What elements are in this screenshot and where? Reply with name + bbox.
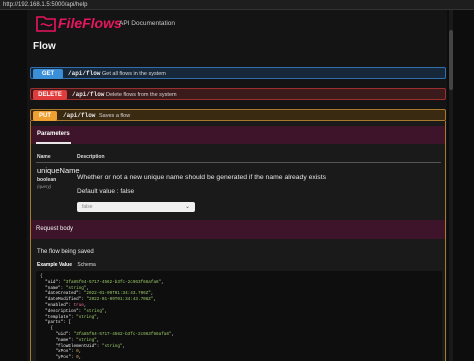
operation-description: Get all flows in the system bbox=[102, 71, 166, 77]
column-header-name: Name bbox=[37, 154, 51, 160]
scrollbar-thumb[interactable] bbox=[449, 30, 453, 90]
method-badge-delete: DELETE bbox=[33, 90, 67, 100]
example-tabs: Example Value Schema bbox=[37, 262, 100, 268]
brand-name: FileFlows bbox=[58, 15, 122, 31]
parameter-location: (query) bbox=[37, 184, 52, 189]
parameter-default: Default value : false bbox=[77, 188, 135, 195]
chevron-down-icon: ⌄ bbox=[184, 204, 190, 210]
parameter-type: boolean bbox=[37, 177, 57, 183]
tab-parameters[interactable]: Parameters bbox=[36, 126, 71, 144]
parameter-name: uniqueName bbox=[37, 166, 80, 175]
operation-put-flow[interactable]: PUT /api/flow Saves a flow bbox=[30, 109, 446, 121]
tab-example-value[interactable]: Example Value bbox=[37, 262, 72, 268]
parameters-header: Parameters bbox=[31, 126, 445, 144]
request-body-header: Request body bbox=[31, 220, 445, 239]
parameter-description: Whether or not a new unique name should … bbox=[77, 174, 326, 181]
page-header: FileFlows API Documentation bbox=[27, 10, 447, 36]
unique-name-select[interactable]: false ⌄ bbox=[77, 202, 195, 212]
operation-put-body: Parameters Name Description uniqueName b… bbox=[30, 121, 446, 361]
request-body-description: The flow being saved bbox=[37, 249, 94, 255]
tab-schema[interactable]: Schema bbox=[77, 262, 95, 268]
page-subtitle: API Documentation bbox=[119, 20, 176, 27]
browser-address-bar[interactable]: http://192.168.1.5:5000/api/help bbox=[0, 0, 474, 10]
fileflows-logo-icon bbox=[36, 16, 56, 32]
request-body-title: Request body bbox=[36, 226, 74, 232]
swagger-page: FileFlows API Documentation Flow GET /ap… bbox=[27, 10, 447, 361]
method-badge-put: PUT bbox=[33, 111, 57, 121]
operation-path: /api/flow bbox=[68, 70, 101, 77]
divider bbox=[36, 162, 441, 163]
operation-description: Delete flows from the system bbox=[106, 92, 177, 98]
page-scrollbar[interactable] bbox=[449, 10, 453, 361]
example-json-text: { "uid": "3fa85f64-5717-4562-b3fc-2c963f… bbox=[40, 274, 175, 361]
method-badge-get: GET bbox=[33, 69, 63, 79]
operation-path: /api/flow bbox=[72, 91, 105, 98]
operation-delete-flow[interactable]: DELETE /api/flow Delete flows from the s… bbox=[30, 88, 446, 100]
column-header-description: Description bbox=[77, 154, 105, 160]
operation-get-flow[interactable]: GET /api/flow Get all flows in the syste… bbox=[30, 67, 446, 79]
select-value: false bbox=[82, 204, 93, 210]
section-title[interactable]: Flow bbox=[33, 41, 56, 52]
example-json-block: { "uid": "3fa85f64-5717-4562-b3fc-2c963f… bbox=[36, 271, 442, 361]
url-text[interactable]: http://192.168.1.5:5000/api/help bbox=[3, 0, 87, 10]
